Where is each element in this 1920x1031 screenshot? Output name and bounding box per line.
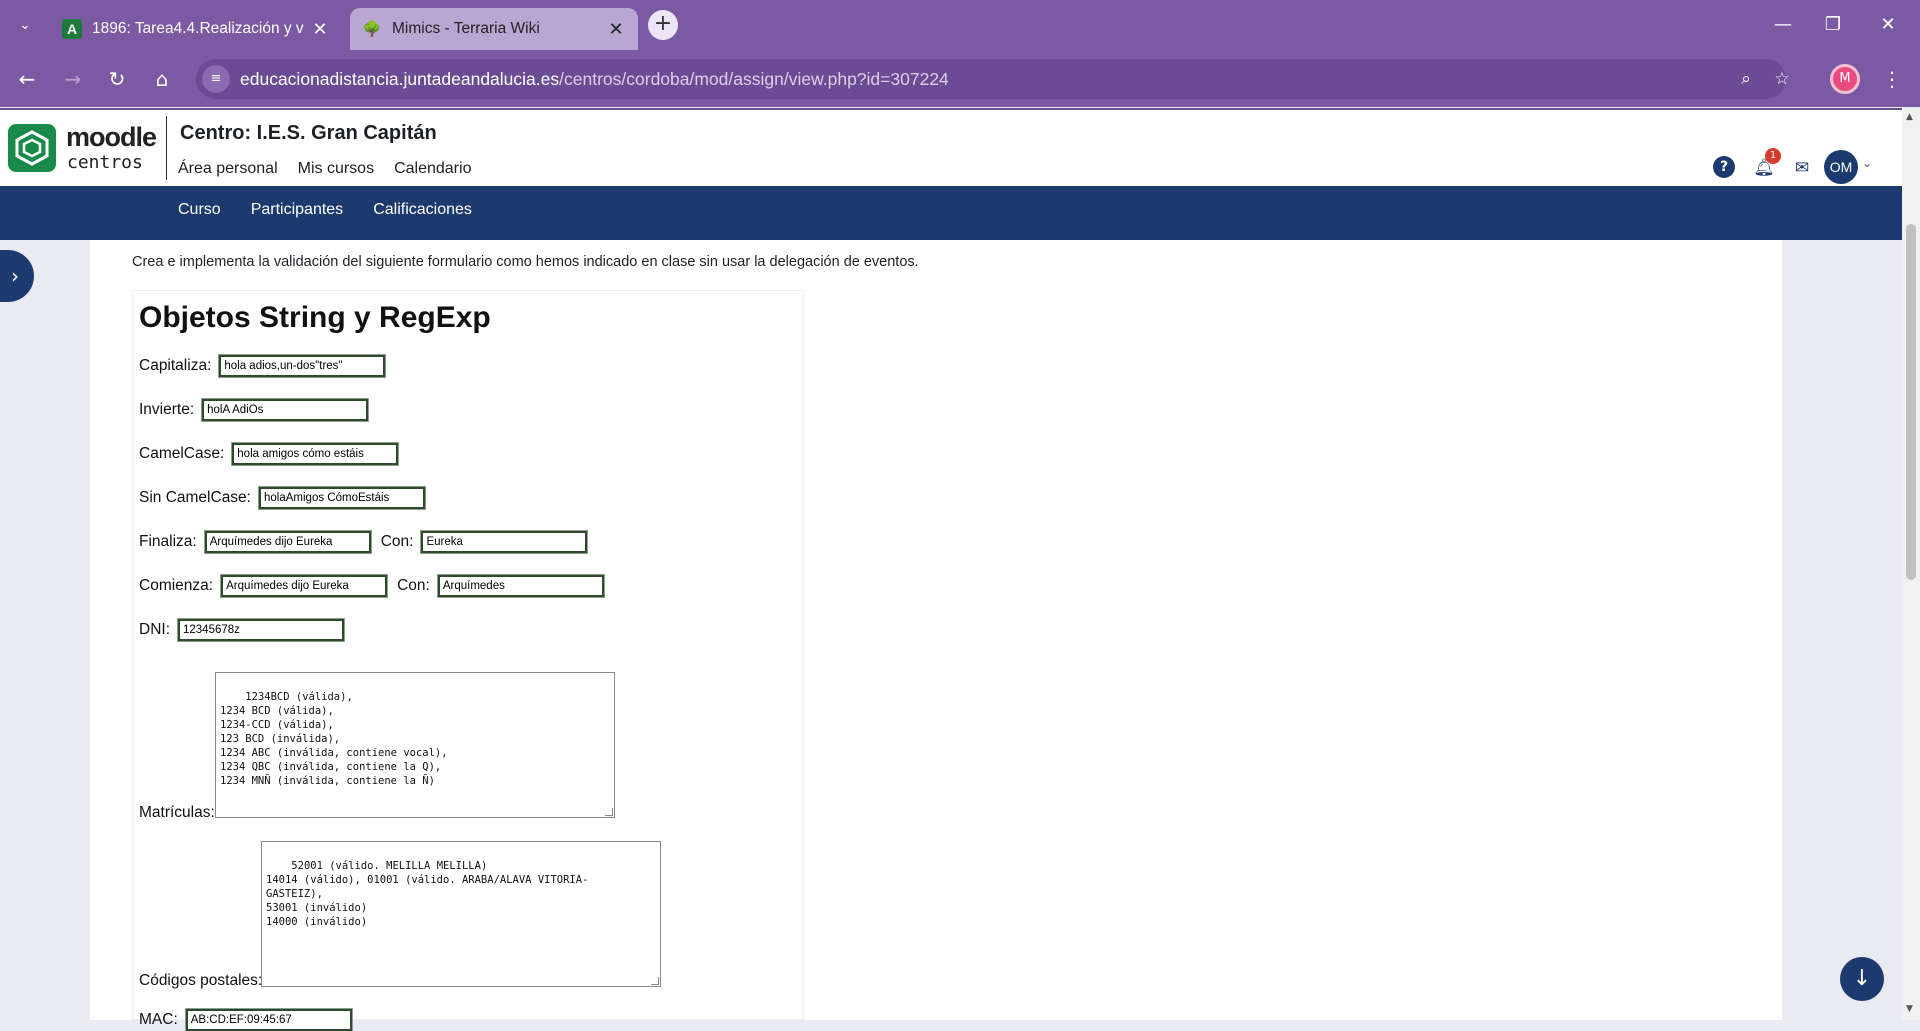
nav-calendario[interactable]: Calendario <box>394 160 471 178</box>
reload-icon[interactable]: ↻ <box>100 62 134 96</box>
row-mac: MAC: <box>139 1008 353 1031</box>
scrollbar-thumb[interactable] <box>1906 224 1916 580</box>
label-comienza: Comienza: <box>139 577 214 594</box>
label-comienza-con: Con: <box>397 577 430 594</box>
notification-count-badge: 1 <box>1765 148 1781 164</box>
form-title: Objetos String y RegExp <box>139 301 491 334</box>
profile-avatar[interactable]: M <box>1830 64 1860 94</box>
url-text[interactable]: educacionadistancia.juntadeandalucia.es/… <box>240 69 949 90</box>
camelcase-input[interactable] <box>231 442 400 466</box>
tab-title: Mimics - Terraria Wiki <box>392 20 540 37</box>
minimize-icon[interactable]: — <box>1763 10 1803 40</box>
row-sin-camelcase: Sin CamelCase: <box>139 486 426 510</box>
home-icon[interactable]: ⌂ <box>145 62 179 96</box>
zoom-icon[interactable]: ⌕ <box>1732 65 1760 93</box>
label-dni: DNI: <box>139 621 170 638</box>
label-invierte: Invierte: <box>139 401 195 418</box>
row-dni: DNI: <box>139 618 345 642</box>
user-menu-chevron-icon[interactable]: ⌄ <box>1862 156 1872 170</box>
comienza-input[interactable] <box>220 574 389 598</box>
bookmark-star-icon[interactable]: ☆ <box>1768 65 1796 93</box>
mac-input[interactable] <box>184 1008 353 1031</box>
capitaliza-input[interactable] <box>218 354 387 378</box>
tab-curso[interactable]: Curso <box>178 201 221 219</box>
label-camelcase: CamelCase: <box>139 445 225 462</box>
site-info-icon[interactable]: ≡ <box>202 65 230 93</box>
junta-andalucia-favicon-icon: A <box>62 19 82 39</box>
tab-participantes[interactable]: Participantes <box>251 201 344 219</box>
row-comienza: Comienza: Con: <box>139 574 605 598</box>
embedded-form: Objetos String y RegExp Capitaliza: Invi… <box>132 290 804 1031</box>
browser-menu-icon[interactable]: ⋮ <box>1880 62 1904 96</box>
resize-handle-icon[interactable] <box>651 977 659 985</box>
browser-tab-bar: ⌄ A 1896: Tarea4.4.Realización y vali ✕ … <box>0 0 1920 50</box>
moodle-header: moodle centros Centro: I.E.S. Gran Capit… <box>0 108 1902 186</box>
matriculas-text: 1234BCD (válida), 1234 BCD (válida), 123… <box>220 691 448 787</box>
nav-mis-cursos[interactable]: Mis cursos <box>298 160 374 178</box>
logo-divider <box>166 116 167 180</box>
codigos-postales-text: 52001 (válido. MELILLA MELILLA) 14014 (v… <box>266 860 589 928</box>
logo-text-centros[interactable]: centros <box>67 152 143 173</box>
label-matriculas: Matrículas: <box>139 804 215 821</box>
tab-calificaciones[interactable]: Calificaciones <box>373 201 472 219</box>
codigos-postales-textarea[interactable]: 52001 (válido. MELILLA MELILLA) 14014 (v… <box>261 841 661 987</box>
label-mac: MAC: <box>139 1011 178 1028</box>
scroll-down-arrow-icon[interactable]: ▼ <box>1906 1004 1913 1014</box>
primary-nav: Área personal Mis cursos Calendario <box>178 160 471 178</box>
course-secondary-nav: Curso Participantes Calificaciones <box>0 186 1902 240</box>
tab-moodle-assignment[interactable]: A 1896: Tarea4.4.Realización y vali ✕ <box>50 8 342 50</box>
terraria-favicon-icon: 🌳 <box>362 21 382 38</box>
page-scrollbar[interactable]: ▲ ▼ <box>1902 108 1920 1020</box>
help-icon[interactable]: ? <box>1713 156 1735 178</box>
row-camelcase: CamelCase: <box>139 442 400 466</box>
close-tab-icon[interactable]: ✕ <box>606 19 626 40</box>
user-avatar[interactable]: OM <box>1824 150 1858 184</box>
browser-toolbar: ← → ↻ ⌂ ≡ educacionadistancia.juntadeand… <box>0 50 1920 107</box>
close-tab-icon[interactable]: ✕ <box>310 19 330 40</box>
resize-handle-icon[interactable] <box>605 808 613 816</box>
tab-search-chevron-icon[interactable]: ⌄ <box>12 12 38 38</box>
matriculas-textarea[interactable]: 1234BCD (válida), 1234 BCD (válida), 123… <box>215 672 615 818</box>
assignment-intro-text: Crea e implementa la validación del sigu… <box>132 254 919 270</box>
restore-icon[interactable]: ❐ <box>1813 10 1853 40</box>
tab-title: 1896: Tarea4.4.Realización y vali <box>92 20 304 37</box>
row-finaliza: Finaliza: Con: <box>139 530 589 554</box>
url-path: /centros/cordoba/mod/assign/view.php?id=… <box>559 68 949 89</box>
label-codigos-postales: Códigos postales: <box>139 972 263 989</box>
nav-area-personal[interactable]: Área personal <box>178 160 278 178</box>
address-bar[interactable]: ≡ educacionadistancia.juntadeandalucia.e… <box>196 59 1790 99</box>
new-tab-button[interactable]: + <box>648 10 678 40</box>
url-host: educacionadistancia.juntadeandalucia.es <box>240 68 560 89</box>
finaliza-con-input[interactable] <box>420 530 589 554</box>
label-finaliza-con: Con: <box>380 533 414 550</box>
logo-text-moodle[interactable]: moodle <box>66 122 157 153</box>
label-finaliza: Finaliza: <box>139 533 197 550</box>
row-invierte: Invierte: <box>139 398 370 422</box>
comienza-con-input[interactable] <box>436 574 605 598</box>
sin-camelcase-input[interactable] <box>258 486 426 510</box>
forward-arrow-icon[interactable]: → <box>56 62 90 96</box>
row-capitaliza: Capitaliza: <box>139 354 387 378</box>
dni-input[interactable] <box>177 618 345 642</box>
tab-terraria-wiki[interactable]: 🌳 Mimics - Terraria Wiki ✕ <box>350 8 638 50</box>
close-window-icon[interactable]: ✕ <box>1868 10 1908 40</box>
centro-title: Centro: I.E.S. Gran Capitán <box>180 122 437 144</box>
finaliza-input[interactable] <box>203 530 372 554</box>
scroll-up-arrow-icon[interactable]: ▲ <box>1906 112 1913 122</box>
messages-envelope-icon[interactable]: ✉ <box>1788 154 1816 182</box>
label-sin-camelcase: Sin CamelCase: <box>139 489 251 506</box>
back-arrow-icon[interactable]: ← <box>10 62 44 96</box>
moodle-logo-icon[interactable] <box>8 124 56 172</box>
invierte-input[interactable] <box>201 398 370 422</box>
label-capitaliza: Capitaliza: <box>139 357 212 374</box>
scroll-to-bottom-arrow-icon[interactable]: ↓ <box>1840 957 1884 1001</box>
